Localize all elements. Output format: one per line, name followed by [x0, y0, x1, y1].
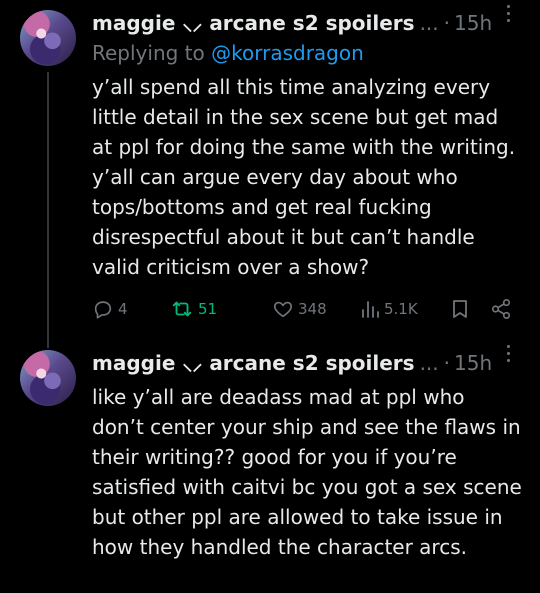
- retweet-icon: [170, 298, 194, 320]
- views-count: 5.1K: [384, 300, 418, 318]
- views-icon: [360, 298, 380, 320]
- like-button[interactable]: 348: [272, 298, 327, 320]
- tweet[interactable]: maggie ⸜⸝ arcane s2 spoilers ... · 15h R…: [0, 0, 540, 348]
- avatar[interactable]: [20, 10, 76, 66]
- name-truncation: ...: [419, 11, 439, 35]
- bookmark-button[interactable]: [450, 298, 470, 320]
- display-name[interactable]: maggie ⸜⸝ arcane s2 spoilers: [92, 350, 415, 376]
- retweet-button[interactable]: 51: [170, 298, 217, 320]
- views-button[interactable]: 5.1K: [360, 298, 418, 320]
- more-icon[interactable]: [500, 2, 516, 24]
- reply-button[interactable]: 4: [92, 298, 128, 320]
- tweet[interactable]: maggie ⸜⸝ arcane s2 spoilers ... · 15h l…: [0, 340, 540, 593]
- tweet-text: like y’all are deadass mad at ppl who do…: [92, 385, 522, 559]
- reply-context: Replying to @korrasdragon: [92, 40, 364, 66]
- share-icon: [490, 298, 512, 320]
- more-icon[interactable]: [500, 342, 516, 364]
- like-count: 348: [298, 300, 327, 318]
- bookmark-icon: [450, 298, 470, 320]
- name-truncation: ...: [419, 351, 439, 375]
- retweet-count: 51: [198, 300, 218, 318]
- reply-count: 4: [118, 300, 128, 318]
- separator-dot: ·: [443, 11, 451, 35]
- reply-icon: [92, 298, 114, 320]
- tweet-text: y’all spend all this time analyzing ever…: [92, 75, 516, 279]
- display-name[interactable]: maggie ⸜⸝ arcane s2 spoilers: [92, 10, 415, 36]
- avatar[interactable]: [20, 350, 76, 406]
- tweet-header: maggie ⸜⸝ arcane s2 spoilers ... · 15h: [92, 10, 532, 36]
- tweet-header: maggie ⸜⸝ arcane s2 spoilers ... · 15h: [92, 350, 532, 376]
- timestamp[interactable]: 15h: [454, 350, 492, 376]
- thread-line: [47, 72, 49, 348]
- share-button[interactable]: [490, 298, 512, 320]
- timestamp[interactable]: 15h: [454, 10, 492, 36]
- like-icon: [272, 298, 294, 320]
- reply-handle-link[interactable]: @korrasdragon: [211, 41, 364, 65]
- reply-prefix: Replying to: [92, 41, 205, 65]
- action-bar: 4 51 348 5.1K: [92, 294, 522, 324]
- separator-dot: ·: [443, 351, 451, 375]
